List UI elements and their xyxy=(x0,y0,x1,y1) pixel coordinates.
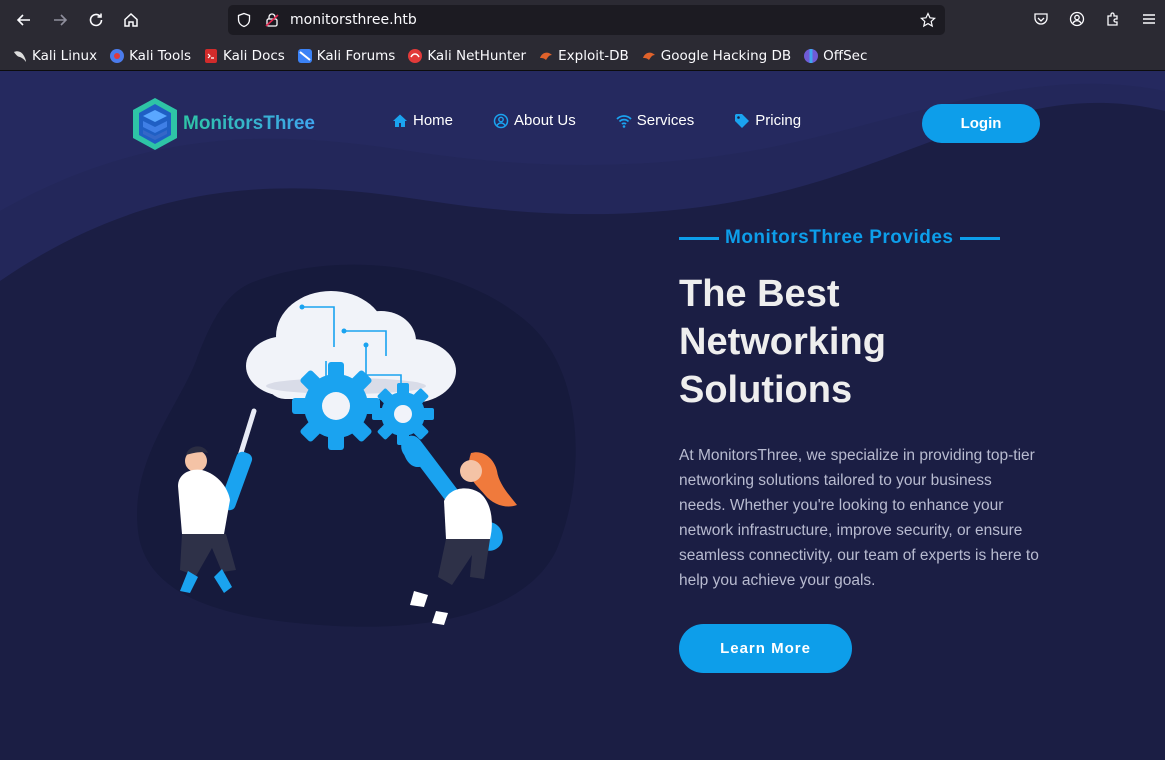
arrow-left-icon xyxy=(16,14,30,26)
back-button[interactable] xyxy=(10,6,38,34)
browser-chrome: monitorsthree.htb Kali Linux Kali Tools … xyxy=(0,0,1165,71)
bookmark-exploit-db[interactable]: Exploit-DB xyxy=(538,48,629,64)
menu-button[interactable] xyxy=(1138,8,1160,30)
exploit-db-icon xyxy=(538,48,554,64)
bookmark-google-hacking-db[interactable]: Google Hacking DB xyxy=(641,48,791,64)
puzzle-icon xyxy=(1107,12,1118,26)
eyebrow-line-left xyxy=(679,236,719,240)
tag-icon xyxy=(735,113,750,128)
url-text[interactable]: monitorsthree.htb xyxy=(290,12,417,28)
nav-home[interactable]: Home xyxy=(392,112,453,129)
hero-eyebrow: MonitorsThree Provides xyxy=(679,227,1000,249)
hamburger-icon xyxy=(1143,14,1155,24)
star-icon[interactable] xyxy=(920,12,936,28)
web-page: MonitorsThree Home About Us Services Pri… xyxy=(0,71,1165,760)
main-nav: Home About Us Services Pricing xyxy=(392,112,841,129)
eyebrow-text: MonitorsThree Provides xyxy=(725,227,954,248)
hero-headline: The Best Networking Solutions xyxy=(679,273,886,411)
bookmark-kali-nethunter[interactable]: Kali NetHunter xyxy=(407,48,526,64)
bookmark-kali-docs[interactable]: Kali Docs xyxy=(203,48,285,64)
home-icon xyxy=(124,12,138,27)
forward-button[interactable] xyxy=(46,6,74,34)
learn-more-button[interactable]: Learn More xyxy=(679,624,852,673)
ghdb-icon xyxy=(641,48,657,64)
shield-icon[interactable] xyxy=(236,12,252,28)
kali-dragon-icon xyxy=(12,48,28,64)
login-button[interactable]: Login xyxy=(922,104,1040,143)
brand-logo[interactable]: MonitorsThree xyxy=(131,96,315,152)
home-icon xyxy=(393,114,407,127)
nav-about-us[interactable]: About Us xyxy=(493,112,576,129)
arrow-right-icon xyxy=(54,14,68,26)
kali-forums-icon xyxy=(297,48,313,64)
extensions-button[interactable] xyxy=(1102,8,1124,30)
pocket-button[interactable] xyxy=(1030,8,1052,30)
account-icon xyxy=(1069,11,1085,27)
bookmark-offsec[interactable]: OffSec xyxy=(803,48,867,64)
bookmark-kali-forums[interactable]: Kali Forums xyxy=(297,48,395,64)
account-button[interactable] xyxy=(1066,8,1088,30)
nethunter-icon xyxy=(407,48,423,64)
kali-docs-icon xyxy=(203,48,219,64)
eyebrow-line-right xyxy=(959,236,1000,240)
bookmark-kali-tools[interactable]: Kali Tools xyxy=(109,48,191,64)
reload-button[interactable] xyxy=(82,6,110,34)
brand-name: MonitorsThree xyxy=(183,113,315,134)
offsec-icon xyxy=(803,48,819,64)
home-button[interactable] xyxy=(117,6,145,34)
kali-tools-icon xyxy=(109,48,125,64)
hero-illustration xyxy=(137,264,576,627)
bookmark-kali-linux[interactable]: Kali Linux xyxy=(12,48,97,64)
insecure-lock-icon[interactable] xyxy=(264,12,280,28)
hero-paragraph: At MonitorsThree, we specialize in provi… xyxy=(679,447,1039,589)
gear-small-icon xyxy=(372,383,434,445)
reload-icon xyxy=(89,13,103,27)
cube-logo-icon xyxy=(133,98,177,150)
wifi-icon xyxy=(616,114,632,128)
gear-large-icon xyxy=(292,362,380,450)
bookmarks-toolbar: Kali Linux Kali Tools Kali Docs Kali For… xyxy=(0,43,1165,69)
address-bar[interactable]: monitorsthree.htb xyxy=(228,5,945,35)
pocket-icon xyxy=(1034,13,1048,25)
user-circle-icon xyxy=(493,113,509,128)
nav-pricing[interactable]: Pricing xyxy=(734,112,801,129)
nav-services[interactable]: Services xyxy=(616,112,694,129)
